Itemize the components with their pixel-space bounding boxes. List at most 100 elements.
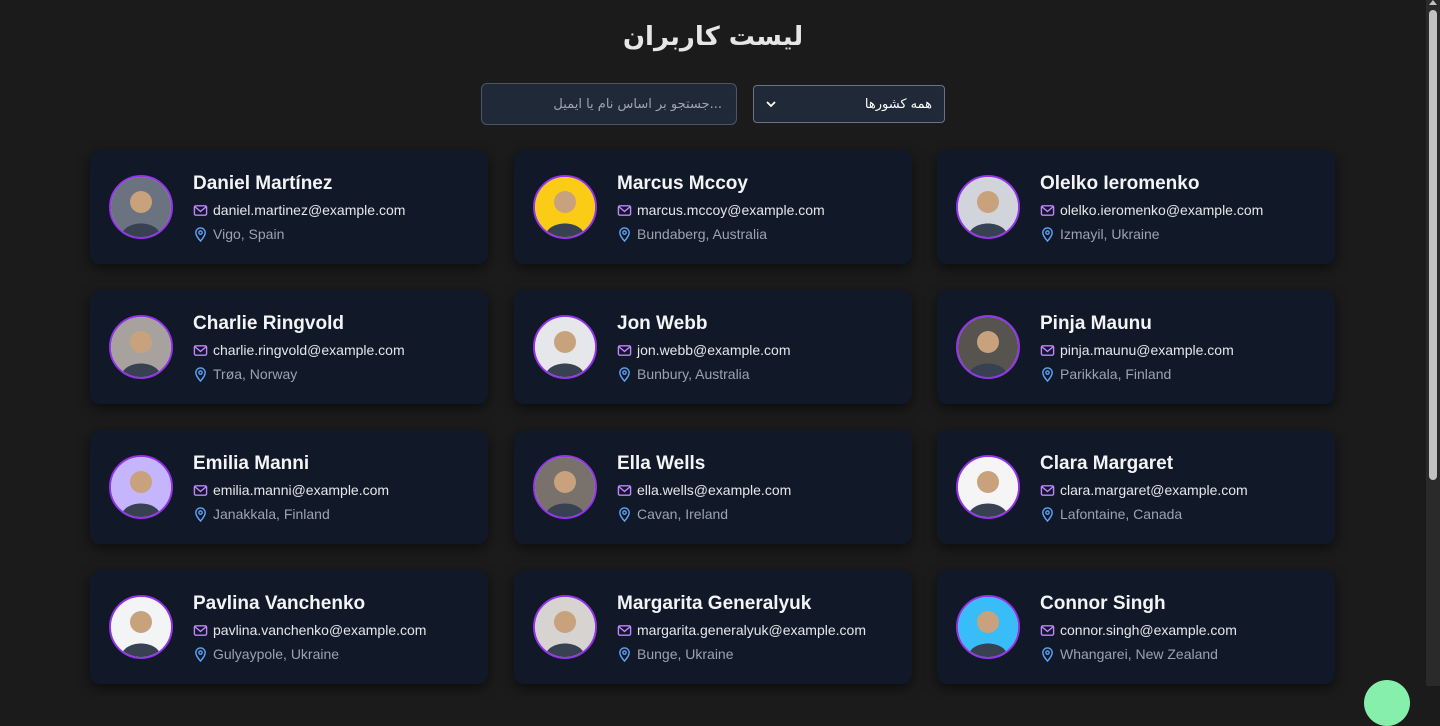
user-location-row: Gulyaypole, Ukraine — [193, 646, 339, 662]
mail-icon — [193, 623, 213, 638]
map-pin-icon — [617, 366, 637, 382]
user-name: Olelko Ieromenko — [1040, 173, 1200, 194]
mail-icon — [193, 203, 213, 218]
avatar — [956, 315, 1020, 379]
avatar — [109, 595, 173, 659]
mail-icon — [193, 483, 213, 498]
avatar — [533, 595, 597, 659]
mail-icon — [193, 343, 213, 358]
user-email: pinja.maunu@example.com — [1060, 342, 1234, 358]
user-location: Lafontaine, Canada — [1060, 506, 1183, 522]
search-input[interactable] — [481, 83, 737, 125]
map-pin-icon — [193, 366, 213, 382]
avatar — [533, 175, 597, 239]
user-name: Charlie Ringvold — [193, 313, 344, 334]
country-filter-value: همه کشورها — [864, 96, 932, 112]
user-name: Jon Webb — [617, 313, 708, 334]
map-pin-icon — [1040, 226, 1060, 242]
user-location: Bundaberg, Australia — [637, 226, 767, 242]
mail-icon — [617, 623, 637, 638]
scrollbar-thumb[interactable] — [1429, 10, 1437, 480]
user-location-row: Cavan, Ireland — [617, 506, 728, 522]
user-name: Clara Margaret — [1040, 453, 1174, 474]
user-email: jon.webb@example.com — [637, 342, 791, 358]
user-card[interactable]: Charlie Ringvold charlie.ringvold@example… — [90, 290, 488, 404]
user-card[interactable]: Margarita Generalyuk margarita.generalyuk… — [514, 570, 912, 684]
mail-icon — [617, 203, 637, 218]
map-pin-icon — [1040, 646, 1060, 662]
user-location-row: Whangarei, New Zealand — [1040, 646, 1218, 662]
user-location-row: Bunbury, Australia — [617, 366, 750, 382]
user-email-row: margarita.generalyuk@example.com — [617, 622, 866, 638]
user-email-row: olelko.ieromenko@example.com — [1040, 202, 1263, 218]
user-email-row: daniel.martinez@example.com — [193, 202, 405, 218]
user-name: Pavlina Vanchenko — [193, 593, 366, 614]
user-email: charlie.ringvold@example.com — [213, 342, 405, 358]
user-location-row: Trøa, Norway — [193, 366, 297, 382]
user-location-row: Janakkala, Finland — [193, 506, 330, 522]
user-location: Whangarei, New Zealand — [1060, 646, 1218, 662]
user-location: Vigo, Spain — [213, 226, 285, 242]
user-location: Izmayil, Ukraine — [1060, 226, 1160, 242]
user-location: Cavan, Ireland — [637, 506, 729, 522]
user-email: marcus.mccoy@example.com — [637, 202, 825, 218]
mail-icon — [1040, 203, 1060, 218]
mail-icon — [1040, 483, 1060, 498]
user-location-row: Bunge, Ukraine — [617, 646, 734, 662]
user-email: margarita.generalyuk@example.com — [637, 622, 866, 638]
user-name: Daniel Martínez — [193, 173, 333, 194]
user-location-row: Lafontaine, Canada — [1040, 506, 1182, 522]
user-name: Margarita Generalyuk — [617, 593, 812, 614]
map-pin-icon — [617, 646, 637, 662]
user-card[interactable]: Marcus Mccoy marcus.mccoy@example.com Bund… — [514, 150, 912, 264]
user-email-row: clara.margaret@example.com — [1040, 482, 1248, 498]
user-email: daniel.martinez@example.com — [213, 202, 406, 218]
country-filter-select[interactable]: همه کشورها — [753, 85, 945, 123]
user-email: olelko.ieromenko@example.com — [1060, 202, 1264, 218]
user-card[interactable]: Pavlina Vanchenko pavlina.vanchenko@examp… — [90, 570, 488, 684]
user-location: Janakkala, Finland — [213, 506, 330, 522]
mail-icon — [1040, 623, 1060, 638]
mail-icon — [1040, 343, 1060, 358]
user-location: Gulyaypole, Ukraine — [213, 646, 340, 662]
user-email-row: marcus.mccoy@example.com — [617, 202, 825, 218]
scroll-up-arrow-icon[interactable] — [1429, 0, 1437, 5]
user-card[interactable]: Connor Singh connor.singh@example.com Whan… — [937, 570, 1335, 684]
user-location: Bunbury, Australia — [637, 366, 750, 382]
user-email: connor.singh@example.com — [1060, 622, 1237, 638]
user-card[interactable]: Emilia Manni emilia.manni@example.com Jana… — [90, 430, 488, 544]
user-location-row: Vigo, Spain — [193, 226, 284, 242]
map-pin-icon — [1040, 506, 1060, 522]
user-location-row: Izmayil, Ukraine — [1040, 226, 1160, 242]
user-email: clara.margaret@example.com — [1060, 482, 1248, 498]
floating-action-button[interactable] — [1364, 680, 1410, 726]
avatar — [956, 595, 1020, 659]
avatar — [533, 315, 597, 379]
map-pin-icon — [1040, 366, 1060, 382]
user-card[interactable]: Olelko Ieromenko olelko.ieromenko@example… — [937, 150, 1335, 264]
mail-icon — [617, 483, 637, 498]
user-location: Parikkala, Finland — [1060, 366, 1172, 382]
avatar — [533, 455, 597, 519]
user-name: Connor Singh — [1040, 593, 1166, 614]
user-email-row: emilia.manni@example.com — [193, 482, 389, 498]
map-pin-icon — [193, 506, 213, 522]
user-email: ella.wells@example.com — [637, 482, 792, 498]
avatar — [109, 455, 173, 519]
user-email: emilia.manni@example.com — [213, 482, 390, 498]
user-card[interactable]: Daniel Martínez daniel.martinez@example.c… — [90, 150, 488, 264]
avatar — [956, 455, 1020, 519]
scrollbar[interactable] — [1426, 0, 1440, 686]
user-email-row: jon.webb@example.com — [617, 342, 791, 358]
user-name: Emilia Manni — [193, 453, 310, 474]
map-pin-icon — [617, 506, 637, 522]
user-location-row: Bundaberg, Australia — [617, 226, 767, 242]
user-card[interactable]: Jon Webb jon.webb@example.com Bunbury, Aus… — [514, 290, 912, 404]
avatar — [109, 315, 173, 379]
user-card[interactable]: Ella Wells ella.wells@example.com Cavan, I… — [514, 430, 912, 544]
user-card[interactable]: Clara Margaret clara.margaret@example.com… — [937, 430, 1335, 544]
user-email-row: pinja.maunu@example.com — [1040, 342, 1234, 358]
user-email-row: ella.wells@example.com — [617, 482, 791, 498]
user-card[interactable]: Pinja Maunu pinja.maunu@example.com Parikk… — [937, 290, 1335, 404]
map-pin-icon — [193, 226, 213, 242]
